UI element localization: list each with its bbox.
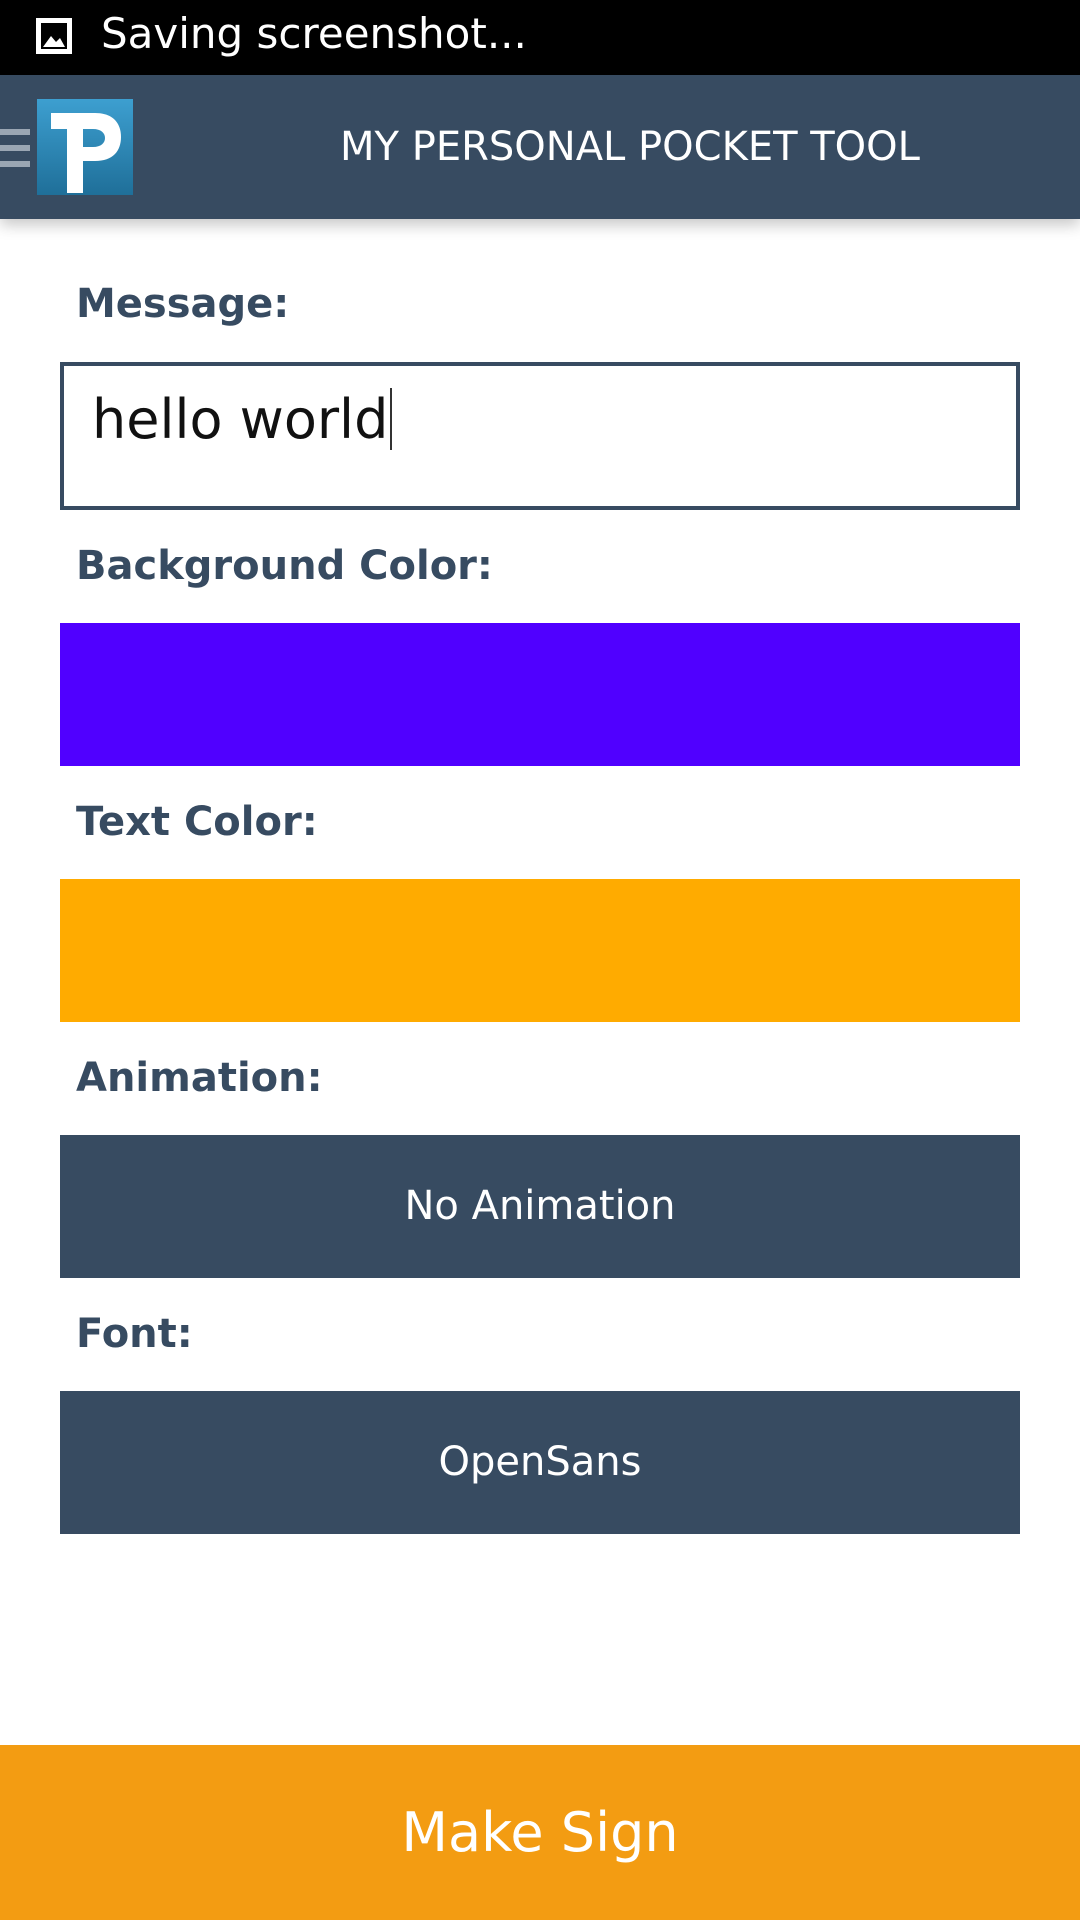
p-logo-icon[interactable] (37, 99, 133, 195)
message-value-wrap: hello world (92, 388, 393, 452)
status-bar: Saving screenshot... (0, 0, 1080, 75)
image-icon (36, 18, 72, 54)
message-input[interactable]: hello world (60, 362, 1020, 510)
app-title: MY PERSONAL POCKET TOOL (340, 124, 920, 170)
app-bar: MY PERSONAL POCKET TOOL (0, 75, 1080, 219)
background-color-swatch[interactable] (60, 623, 1020, 766)
text-color-swatch[interactable] (60, 879, 1020, 1022)
animation-select[interactable]: No Animation (60, 1135, 1020, 1278)
text-caret (390, 388, 393, 450)
font-select[interactable]: OpenSans (60, 1391, 1020, 1534)
animation-label: Animation: (76, 1055, 323, 1101)
menu-icon[interactable] (0, 127, 30, 169)
status-text: Saving screenshot... (101, 9, 527, 58)
message-label: Message: (76, 281, 290, 327)
message-value: hello world (92, 388, 389, 451)
background-color-label: Background Color: (76, 543, 493, 589)
make-sign-button[interactable]: Make Sign (0, 1745, 1080, 1920)
text-color-label: Text Color: (76, 799, 318, 845)
font-label: Font: (76, 1311, 193, 1357)
